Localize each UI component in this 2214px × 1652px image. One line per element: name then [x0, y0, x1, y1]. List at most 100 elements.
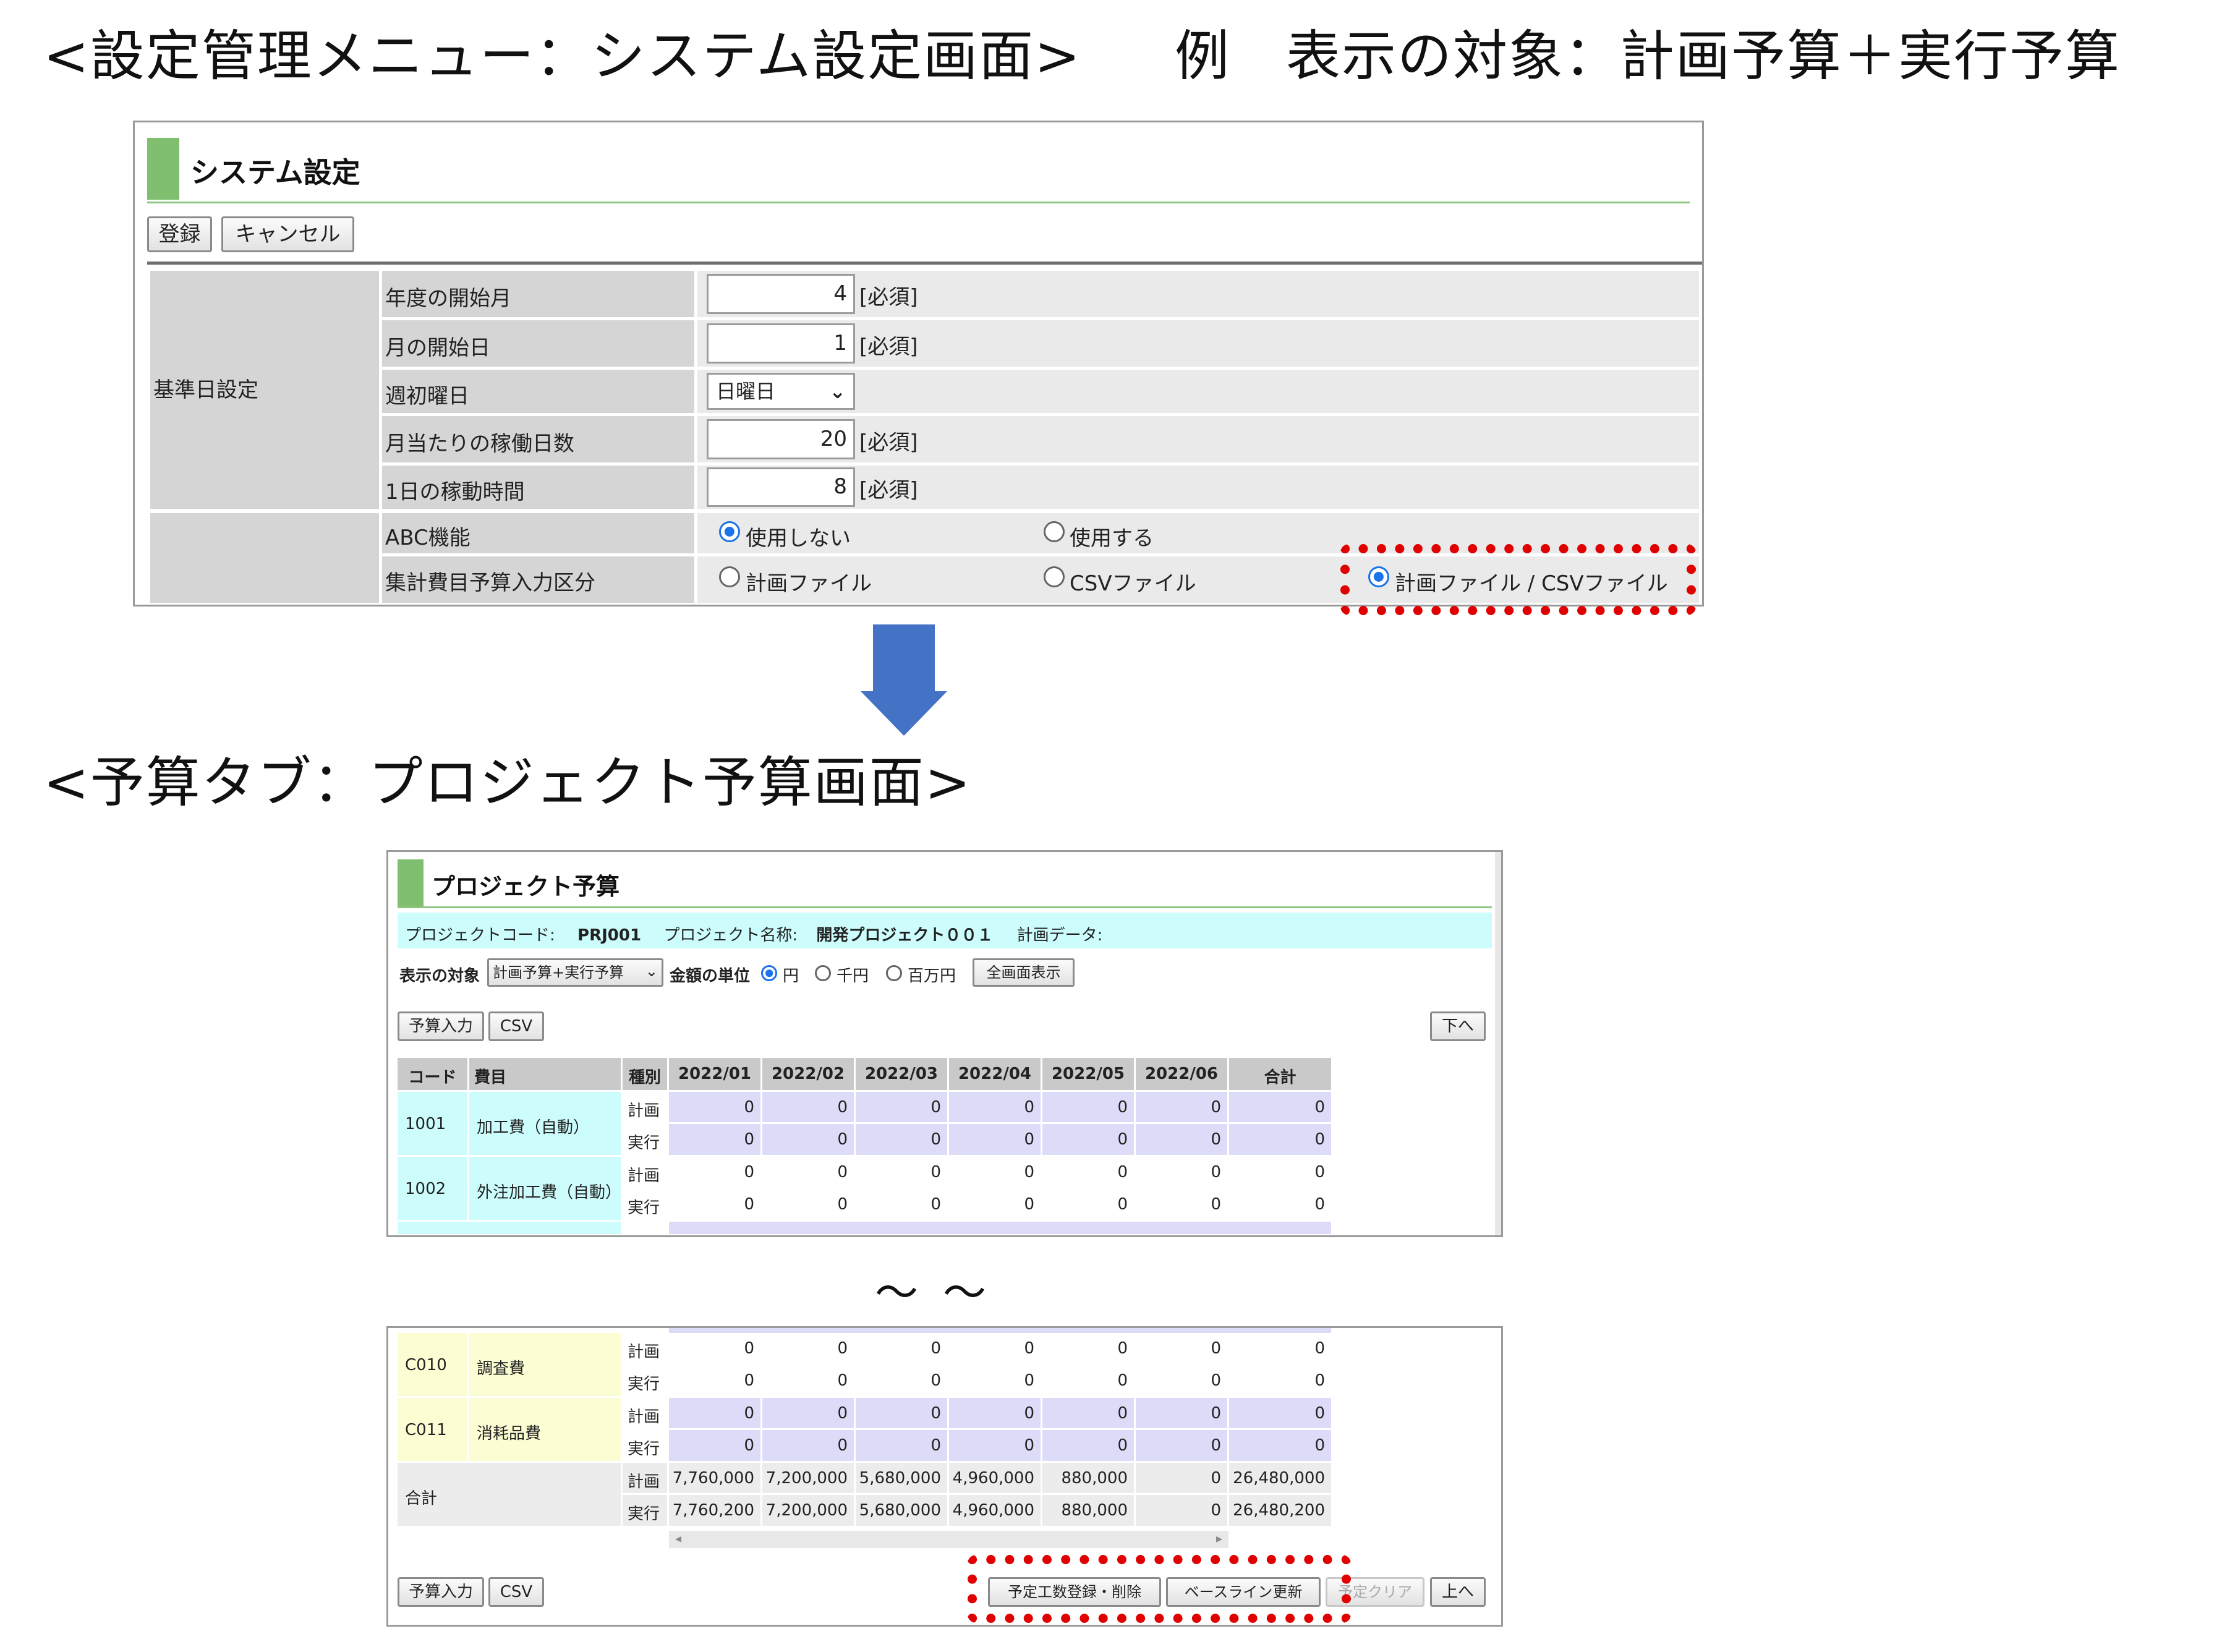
unit-million-radio[interactable]: [886, 965, 902, 981]
fullscreen-button[interactable]: 全画面表示: [973, 958, 1075, 987]
plan-file-radio[interactable]: [719, 566, 740, 587]
csv-button-bottom[interactable]: CSV: [488, 1577, 544, 1607]
abc-enabled-radio[interactable]: [1044, 521, 1065, 542]
total-value-cell: 0: [1136, 1463, 1227, 1493]
value-cell[interactable]: 0: [1042, 1189, 1134, 1220]
register-button[interactable]: 登録: [147, 216, 212, 252]
value-cell[interactable]: 0: [856, 1398, 947, 1428]
value-cell[interactable]: 0: [762, 1398, 854, 1428]
column-header-2022-06: 2022/06: [1136, 1058, 1227, 1090]
scroll-right-icon[interactable]: ▸: [1216, 1531, 1222, 1546]
value-cell[interactable]: 0: [949, 1333, 1041, 1363]
value-cell[interactable]: 0: [669, 1124, 760, 1155]
value-cell[interactable]: 0: [856, 1189, 947, 1220]
value-cell[interactable]: 0: [762, 1365, 854, 1396]
total-value-cell: 5,680,000: [856, 1463, 947, 1493]
value-cell[interactable]: 0: [762, 1333, 854, 1363]
value-cell[interactable]: 0: [1042, 1157, 1134, 1187]
value-cell[interactable]: 0: [1136, 1157, 1227, 1187]
value-cell[interactable]: 0: [1136, 1189, 1227, 1220]
actual-label: 実行: [623, 1189, 667, 1220]
column-header-2022-04: 2022/04: [949, 1058, 1041, 1090]
row-code-1001: 1001: [398, 1092, 467, 1155]
scroll-up-button[interactable]: 上へ: [1430, 1577, 1486, 1607]
horizontal-scrollbar[interactable]: ◂ ▸: [669, 1531, 1228, 1548]
highlight-plan-and-csv: [1340, 544, 1696, 615]
value-cell[interactable]: 0: [669, 1430, 760, 1461]
working-days-label: 月当たりの稼働日数: [382, 416, 694, 462]
value-cell[interactable]: 0: [1136, 1092, 1227, 1122]
unit-thousand-radio[interactable]: [815, 965, 831, 981]
omission-mark: 〜〜: [875, 1267, 1011, 1318]
abc-group-label: [150, 513, 379, 603]
project-info-bar: プロジェクトコード: PRJ001 プロジェクト名称: 開発プロジェクト００１ …: [398, 913, 1492, 948]
total-value-cell: 26,480,200: [1229, 1495, 1331, 1526]
value-cell[interactable]: 0: [1136, 1333, 1227, 1363]
value-cell[interactable]: 0: [949, 1157, 1041, 1187]
value-cell[interactable]: 0: [1136, 1430, 1227, 1461]
value-cell[interactable]: 0: [669, 1092, 760, 1122]
toolbar-divider: [147, 262, 1702, 265]
value-cell[interactable]: 0: [1136, 1365, 1227, 1396]
plan-label: 計画: [623, 1333, 667, 1363]
value-cell[interactable]: 0: [762, 1189, 854, 1220]
value-cell[interactable]: 0: [669, 1333, 760, 1363]
value-cell[interactable]: 0: [856, 1430, 947, 1461]
value-cell[interactable]: 0: [1042, 1092, 1134, 1122]
csv-file-radio[interactable]: [1044, 566, 1065, 587]
value-cell[interactable]: 0: [949, 1092, 1041, 1122]
value-cell[interactable]: 0: [762, 1124, 854, 1155]
scroll-left-icon[interactable]: ◂: [675, 1531, 681, 1546]
week-start-day-value: 日曜日: [716, 380, 776, 403]
required-mark: [必須]: [859, 334, 918, 359]
value-cell[interactable]: 0: [949, 1124, 1041, 1155]
daily-hours-input[interactable]: 8: [707, 467, 855, 507]
value-cell[interactable]: 0: [1042, 1333, 1134, 1363]
value-cell[interactable]: 0: [669, 1365, 760, 1396]
total-cell: 0: [1229, 1189, 1331, 1220]
value-cell[interactable]: 0: [856, 1365, 947, 1396]
total-value-cell: 4,960,000: [949, 1495, 1041, 1526]
month-start-day-input[interactable]: 1: [707, 323, 855, 364]
value-cell[interactable]: 0: [1042, 1398, 1134, 1428]
daily-hours-label: 1日の稼動時間: [382, 466, 694, 509]
value-cell[interactable]: 0: [856, 1157, 947, 1187]
value-cell[interactable]: 0: [856, 1092, 947, 1122]
unit-thousand-label: 千円: [837, 967, 869, 986]
value-cell[interactable]: 0: [856, 1333, 947, 1363]
value-cell[interactable]: 0: [669, 1398, 760, 1428]
abc-disabled-radio[interactable]: [719, 521, 740, 542]
budget-input-button-bottom[interactable]: 予算入力: [398, 1577, 484, 1607]
value-cell[interactable]: 0: [669, 1189, 760, 1220]
value-cell[interactable]: 0: [949, 1365, 1041, 1396]
fiscal-start-month-label: 年度の開始月: [382, 271, 694, 317]
value-cell[interactable]: 0: [949, 1430, 1041, 1461]
value-cell[interactable]: 0: [1042, 1430, 1134, 1461]
value-cell[interactable]: 0: [856, 1124, 947, 1155]
scroll-down-button[interactable]: 下へ: [1430, 1011, 1486, 1041]
budget-input-button[interactable]: 予算入力: [398, 1011, 484, 1041]
display-target-select[interactable]: 計画予算+実行予算 ⌄: [487, 958, 663, 987]
value-cell[interactable]: 0: [1136, 1124, 1227, 1155]
week-start-day-select[interactable]: 日曜日 ⌄: [707, 373, 855, 410]
value-cell[interactable]: 0: [762, 1430, 854, 1461]
value-cell[interactable]: 0: [762, 1157, 854, 1187]
title-underline: [147, 202, 1690, 203]
actual-label: 実行: [623, 1495, 667, 1526]
working-days-input[interactable]: 20: [707, 419, 855, 459]
csv-button[interactable]: CSV: [488, 1011, 544, 1041]
vertical-scrollbar[interactable]: [1495, 852, 1501, 1235]
cancel-button[interactable]: キャンセル: [221, 216, 354, 252]
value-cell[interactable]: 0: [949, 1398, 1041, 1428]
value-cell[interactable]: 0: [669, 1157, 760, 1187]
fiscal-start-month-input[interactable]: 4: [707, 274, 855, 314]
budget-section-heading: <予算タブ：プロジェクト予算画面>: [43, 751, 972, 814]
project-name-value: 開発プロジェクト００１: [816, 926, 994, 945]
value-cell[interactable]: 0: [1136, 1398, 1227, 1428]
unit-yen-radio[interactable]: [761, 965, 777, 981]
value-cell[interactable]: 0: [1042, 1124, 1134, 1155]
value-cell[interactable]: 0: [949, 1189, 1041, 1220]
value-cell[interactable]: 0: [1042, 1365, 1134, 1396]
title-underline: [398, 906, 1492, 908]
value-cell[interactable]: 0: [762, 1092, 854, 1122]
